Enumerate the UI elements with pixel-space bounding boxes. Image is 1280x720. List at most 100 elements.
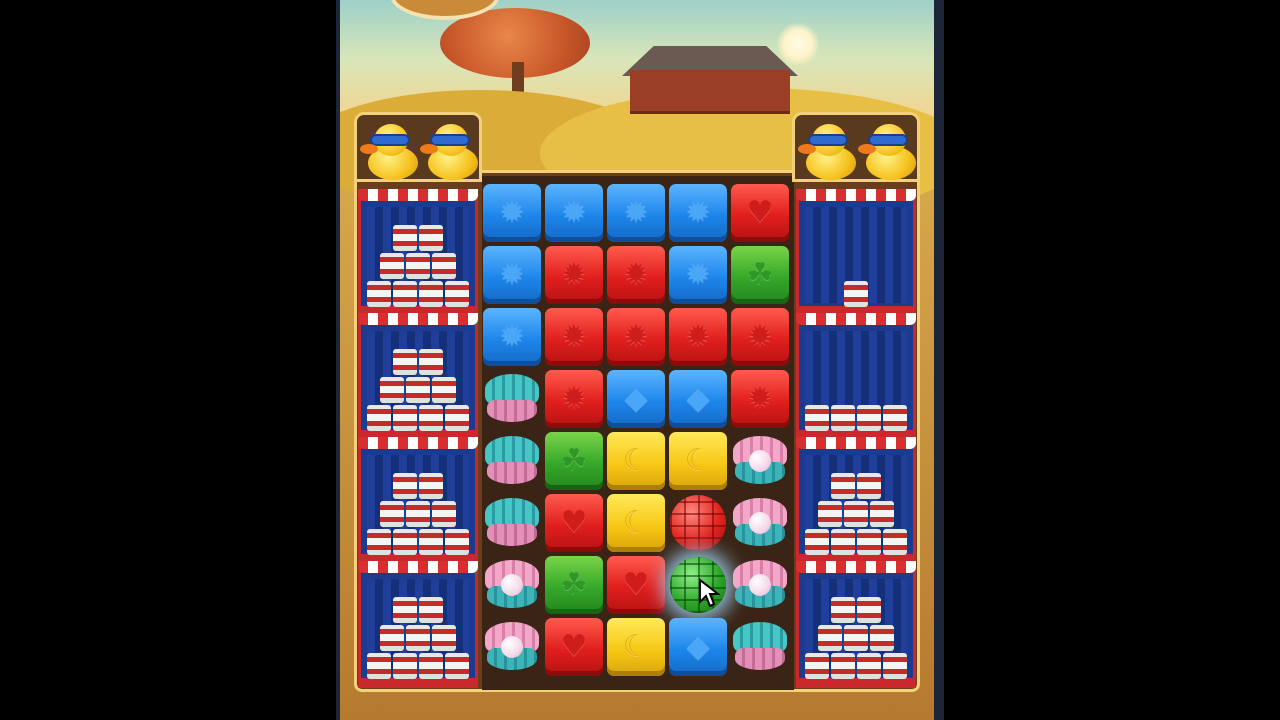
pearl-shell-obstacle[interactable] (483, 622, 541, 674)
sun-icon (776, 22, 820, 66)
tin-can-icon (432, 377, 456, 403)
leaf-icon: ☘ (560, 443, 588, 478)
tin-can-icon (406, 377, 430, 403)
closed-shell-obstacle[interactable] (483, 436, 541, 488)
star-icon: ✹ (561, 195, 587, 230)
pearl-shell-obstacle[interactable] (731, 498, 789, 550)
tin-can-icon (857, 529, 881, 555)
green-leaf-cube[interactable]: ☘ (545, 556, 603, 614)
star-icon: ✹ (561, 381, 587, 416)
tin-can-icon (805, 653, 829, 679)
red-star-cube[interactable]: ✹ (545, 370, 603, 428)
tin-can-icon (393, 281, 417, 307)
blue-star-cube[interactable]: ✹ (669, 184, 727, 242)
tin-can-icon (870, 501, 894, 527)
tin-can-icon (844, 501, 868, 527)
cans-shelf (358, 189, 478, 316)
star-icon: ✹ (561, 319, 587, 354)
red-star-cube[interactable]: ✹ (545, 246, 603, 304)
tin-can-icon (393, 349, 417, 375)
closed-shell-obstacle[interactable] (483, 498, 541, 550)
red-heart-cube[interactable]: ♥ (545, 618, 603, 676)
tin-can-icon (844, 281, 868, 307)
blue-star-cube[interactable]: ✹ (483, 184, 541, 242)
tin-can-icon (445, 405, 469, 431)
blue-star-cube[interactable]: ✹ (669, 246, 727, 304)
closed-shell-obstacle[interactable] (483, 374, 541, 426)
tin-can-icon (831, 529, 855, 555)
cans-shelf (796, 437, 916, 564)
moon-icon: ☾ (684, 443, 712, 478)
green-leaf-cube[interactable]: ☘ (731, 246, 789, 304)
tin-can-icon (380, 253, 404, 279)
tin-can-icon (393, 473, 417, 499)
tin-can-icon (419, 405, 443, 431)
tin-can-icon (406, 625, 430, 651)
red-heart-cube[interactable]: ♥ (545, 494, 603, 552)
tin-can-icon (406, 501, 430, 527)
blue-drop-cube[interactable]: ◆ (669, 370, 727, 428)
rubber-duck-icon (420, 122, 480, 180)
heart-icon: ♥ (560, 505, 588, 540)
pearl-shell-obstacle[interactable] (731, 560, 789, 612)
tin-can-icon (805, 405, 829, 431)
moon-icon: ☾ (622, 629, 650, 664)
tin-can-icon (367, 405, 391, 431)
tin-can-icon (393, 653, 417, 679)
star-icon: ✹ (623, 319, 649, 354)
green-leaf-cube[interactable]: ☘ (545, 432, 603, 490)
pearl-shell-obstacle[interactable] (483, 560, 541, 612)
red-heart-cube[interactable]: ♥ (731, 184, 789, 242)
red-star-cube[interactable]: ✹ (669, 308, 727, 366)
drop-icon: ◆ (686, 629, 710, 664)
leaf-icon: ☘ (560, 567, 588, 602)
tin-can-icon (419, 653, 443, 679)
tin-can-icon (419, 349, 443, 375)
red-star-cube[interactable]: ✹ (545, 308, 603, 366)
closed-shell-obstacle[interactable] (731, 622, 789, 674)
heart-icon: ♥ (622, 567, 650, 602)
blue-star-cube[interactable]: ✹ (483, 246, 541, 304)
red-star-cube[interactable]: ✹ (607, 308, 665, 366)
red-star-cube[interactable]: ✹ (731, 308, 789, 366)
left-shelf-column (354, 112, 482, 692)
star-icon: ✹ (499, 319, 525, 354)
tin-can-icon (432, 625, 456, 651)
red-star-cube[interactable]: ✹ (607, 246, 665, 304)
tin-can-icon (367, 281, 391, 307)
star-icon: ✹ (747, 319, 773, 354)
blue-star-cube[interactable]: ✹ (545, 184, 603, 242)
yellow-moon-cube[interactable]: ☾ (607, 432, 665, 490)
heart-icon: ♥ (746, 195, 774, 230)
tin-can-icon (419, 225, 443, 251)
yellow-moon-cube[interactable]: ☾ (607, 494, 665, 552)
pearl-shell-obstacle[interactable] (731, 436, 789, 488)
tin-can-icon (831, 405, 855, 431)
star-icon: ✹ (499, 257, 525, 292)
rubber-duck-icon (858, 122, 918, 180)
cans-shelf (796, 561, 916, 688)
blue-star-cube[interactable]: ✹ (607, 184, 665, 242)
heart-icon: ♥ (560, 629, 588, 664)
yellow-moon-cube[interactable]: ☾ (607, 618, 665, 676)
tin-can-icon (393, 225, 417, 251)
tin-can-icon (380, 625, 404, 651)
red-heart-cube[interactable]: ♥ (607, 556, 665, 614)
red-star-cube[interactable]: ✹ (731, 370, 789, 428)
drop-icon: ◆ (624, 381, 648, 416)
yellow-moon-cube[interactable]: ☾ (669, 432, 727, 490)
cans-shelf (358, 561, 478, 688)
blue-drop-cube[interactable]: ◆ (669, 618, 727, 676)
moon-icon: ☾ (622, 505, 650, 540)
blue-drop-cube[interactable]: ◆ (607, 370, 665, 428)
tin-can-icon (367, 529, 391, 555)
tin-can-icon (432, 253, 456, 279)
tin-can-icon (393, 597, 417, 623)
cans-shelf (796, 313, 916, 440)
cans-shelf (796, 189, 916, 316)
blue-star-cube[interactable]: ✹ (483, 308, 541, 366)
right-shelf-column (792, 112, 920, 692)
red-disco-ball-booster[interactable] (670, 495, 726, 551)
tin-can-icon (380, 377, 404, 403)
cans-shelf (358, 313, 478, 440)
